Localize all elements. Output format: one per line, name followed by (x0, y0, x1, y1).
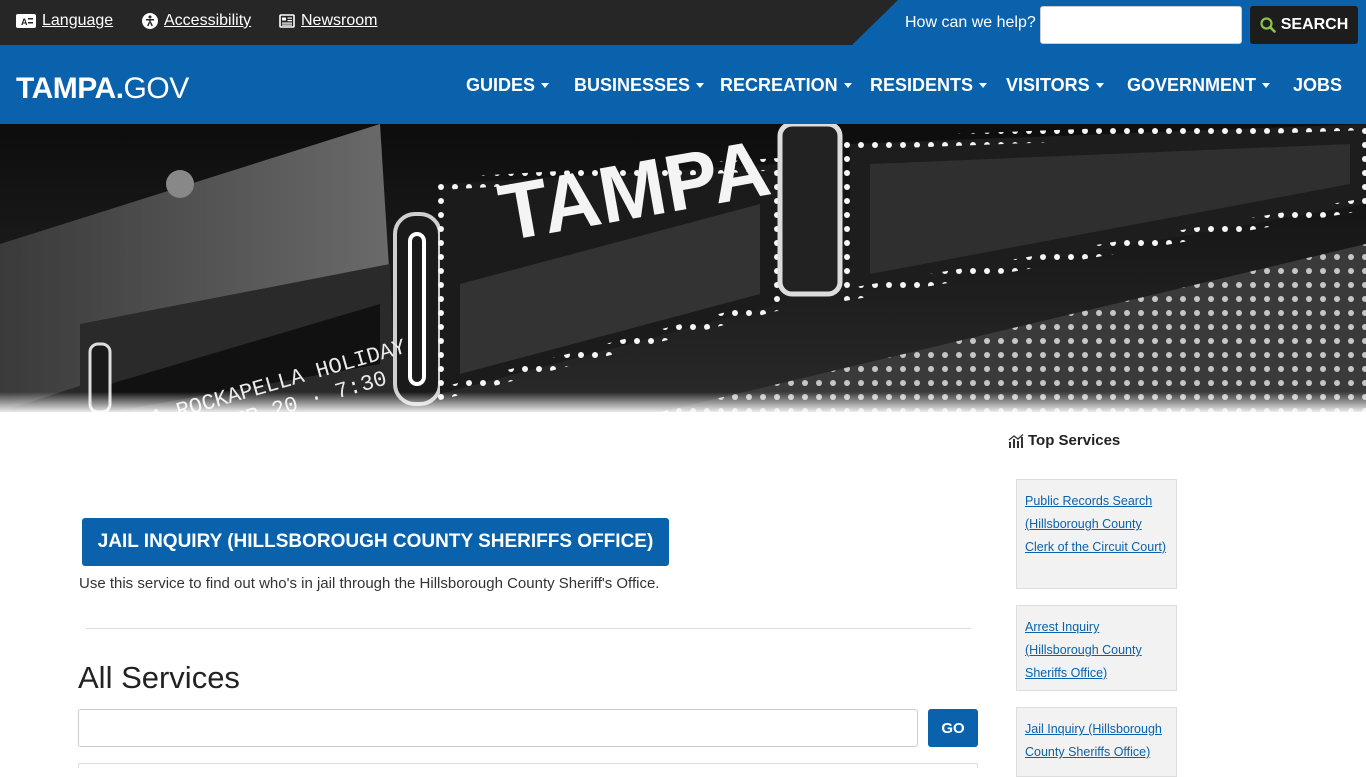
theatre-marquee-illustration: TAMPA A ROCKAPELLA HOLIDAY DECEMBER 20 ·… (0, 124, 1366, 412)
accessibility-label: Accessibility (164, 12, 252, 29)
nav-jobs[interactable]: JOBS (1293, 75, 1342, 96)
nav-visitors[interactable]: VISITORS (1006, 75, 1104, 96)
nav-jobs-label: JOBS (1293, 75, 1343, 95)
search-icon (1260, 17, 1276, 33)
svg-text:A: A (21, 17, 28, 27)
nav-government-label: GOVERNMENT (1127, 75, 1257, 95)
help-label: How can we help? (905, 14, 1036, 31)
nav-government[interactable]: GOVERNMENT (1127, 75, 1271, 96)
chart-line-icon (1008, 433, 1024, 448)
nav-recreation[interactable]: RECREATION (720, 75, 852, 96)
caret-down-icon (979, 83, 988, 88)
newsroom-label: Newsroom (301, 12, 378, 29)
caret-down-icon (1262, 83, 1271, 88)
language-icon: A (16, 14, 36, 28)
nav-visitors-label: VISITORS (1006, 75, 1090, 95)
utility-bar: A Language Accessibility Newsroom How ca… (0, 0, 1366, 45)
top-service-link-public-records[interactable]: Public Records Search (Hillsborough Coun… (1025, 494, 1166, 554)
top-service-card: Arrest Inquiry (Hillsborough County Sher… (1016, 605, 1177, 691)
nav-businesses-label: BUSINESSES (574, 75, 691, 95)
hero-image-tampa-theatre: TAMPA A ROCKAPELLA HOLIDAY DECEMBER 20 ·… (0, 124, 1366, 412)
tampa-gov-logo[interactable]: TAMPA.GOV (16, 72, 189, 106)
jail-inquiry-button[interactable]: JAIL INQUIRY (HILLSBOROUGH COUNTY SHERIF… (82, 518, 669, 566)
logo-main: TAMPA. (16, 72, 124, 105)
caret-down-icon (843, 83, 852, 88)
top-service-link-jail-inquiry[interactable]: Jail Inquiry (Hillsborough County Sherif… (1025, 722, 1162, 759)
top-services-title: Top Services (1028, 432, 1121, 449)
search-button-label: SEARCH (1280, 16, 1349, 33)
newsroom-link[interactable]: Newsroom (279, 12, 377, 30)
accessibility-link[interactable]: Accessibility (142, 12, 251, 30)
logo-suffix: GOV (123, 72, 190, 105)
top-service-card: Jail Inquiry (Hillsborough County Sherif… (1016, 707, 1177, 777)
services-list-container (78, 763, 978, 768)
caret-down-icon (696, 83, 705, 88)
all-services-search-input[interactable] (78, 709, 918, 747)
section-divider (86, 628, 971, 629)
all-services-heading: All Services (78, 660, 240, 695)
caret-down-icon (541, 83, 550, 88)
main-navbar: TAMPA.GOV GUIDES BUSINESSES RECREATION R… (0, 45, 1366, 124)
nav-guides[interactable]: GUIDES (466, 75, 550, 96)
nav-businesses[interactable]: BUSINESSES (574, 75, 705, 96)
top-service-link-arrest-inquiry[interactable]: Arrest Inquiry (Hillsborough County Sher… (1025, 620, 1142, 680)
site-search-input[interactable] (1040, 6, 1242, 44)
accessibility-icon (142, 13, 158, 29)
caret-down-icon (1095, 83, 1104, 88)
nav-guides-label: GUIDES (466, 75, 536, 95)
jail-inquiry-description: Use this service to find out who's in ja… (79, 575, 660, 592)
top-services-heading: Top Services (1008, 432, 1120, 449)
nav-residents[interactable]: RESIDENTS (870, 75, 988, 96)
go-button[interactable]: GO (928, 709, 978, 747)
top-service-card: Public Records Search (Hillsborough Coun… (1016, 479, 1177, 589)
language-label: Language (42, 12, 114, 29)
nav-residents-label: RESIDENTS (870, 75, 974, 95)
language-link[interactable]: A Language (16, 12, 113, 30)
nav-recreation-label: RECREATION (720, 75, 838, 95)
newspaper-icon (279, 14, 295, 28)
search-button[interactable]: SEARCH (1250, 6, 1358, 44)
